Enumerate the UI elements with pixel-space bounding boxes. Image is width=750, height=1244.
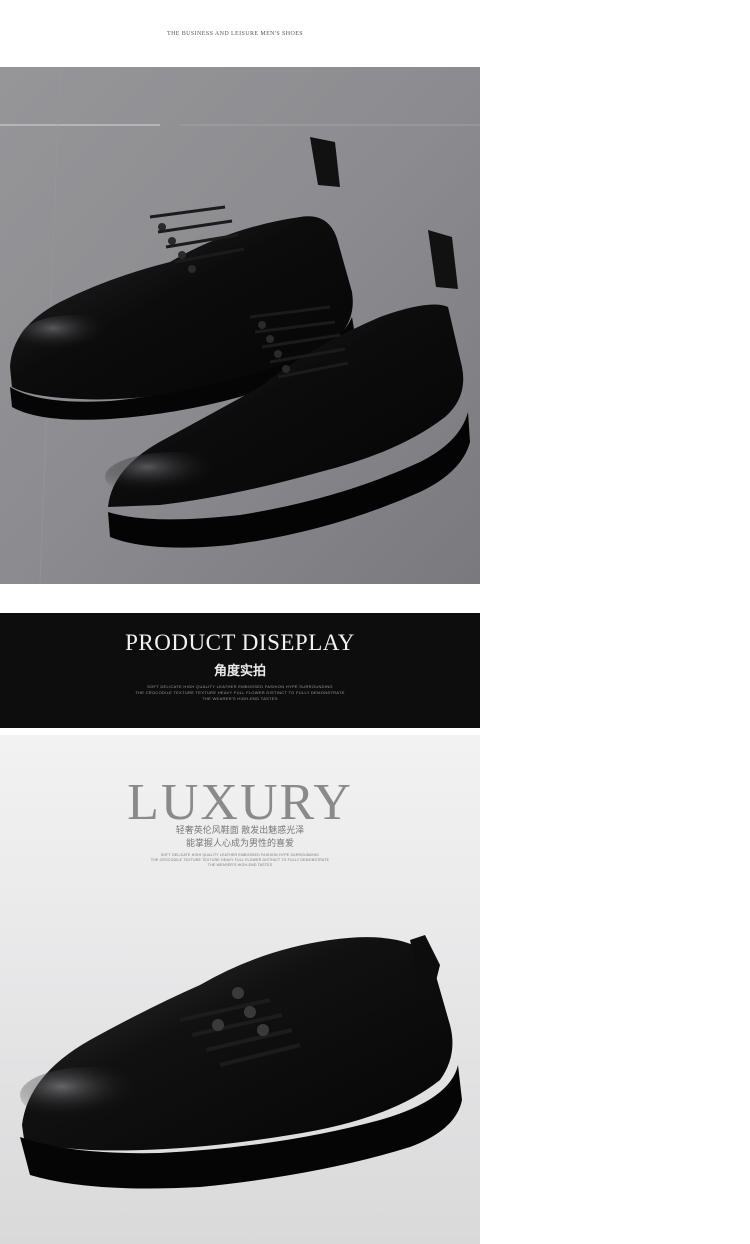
banner-description-line: THE WEARER'S HIGH-END TASTES	[202, 696, 278, 701]
product-photo-pair	[0, 67, 480, 584]
product-photo-single: LUXURY 轻奢英伦风鞋面 散发出魅惑光泽 能掌握人心成为男性的喜爱 SOFT…	[0, 735, 480, 1244]
banner-subtitle: 角度实拍	[213, 664, 266, 679]
banner-title: PRODUCT DISEPLAY	[125, 630, 355, 655]
banner-description: SOFT DELICATE HIGH QUALITY LEATHER EMBOS…	[0, 684, 480, 702]
product-display-banner: PRODUCT DISEPLAY 角度实拍 SOFT DELICATE HIGH…	[0, 613, 480, 728]
top-caption: THE BUSINESS AND LEISURE MEN'S SHOES	[167, 31, 303, 37]
